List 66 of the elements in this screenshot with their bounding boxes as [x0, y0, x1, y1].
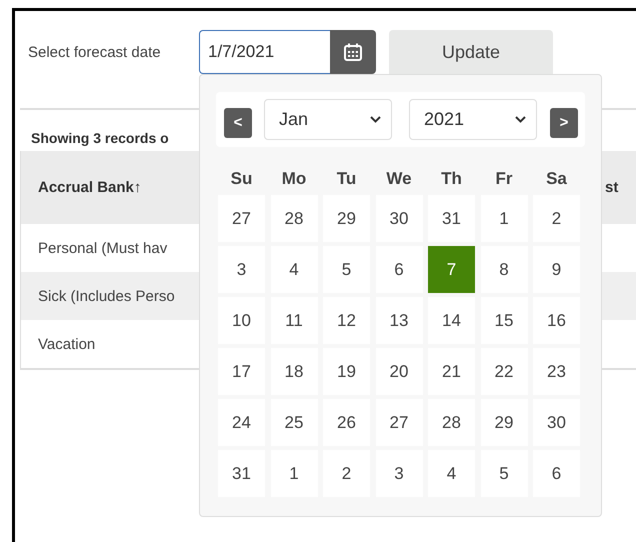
- day-cell[interactable]: 1: [480, 195, 528, 242]
- date-field[interactable]: 1/7/2021: [199, 30, 330, 74]
- day-cell[interactable]: 3: [218, 246, 265, 293]
- day-cell[interactable]: 28: [270, 195, 318, 242]
- day-cell[interactable]: 2: [533, 195, 580, 242]
- year-select[interactable]: 2021: [409, 99, 537, 140]
- day-cell[interactable]: 26: [323, 399, 370, 446]
- weekday-label: Th: [440, 168, 463, 190]
- weekday-label: Mo: [280, 168, 308, 190]
- update-button[interactable]: Update: [389, 30, 553, 74]
- month-select[interactable]: Jan: [264, 99, 392, 140]
- day-cell[interactable]: 13: [376, 297, 422, 344]
- weekday-label: Sa: [545, 168, 568, 190]
- day-cell[interactable]: 5: [480, 450, 528, 497]
- day-cell[interactable]: 21: [428, 348, 475, 395]
- day-cell[interactable]: 12: [323, 297, 370, 344]
- next-month-button[interactable]: >: [550, 108, 578, 138]
- day-cell[interactable]: 16: [533, 297, 580, 344]
- day-cell[interactable]: 18: [270, 348, 318, 395]
- day-cell[interactable]: 9: [533, 246, 580, 293]
- weekday-label: Su: [230, 168, 254, 190]
- day-cell[interactable]: 28: [428, 399, 475, 446]
- day-cell[interactable]: 10: [218, 297, 265, 344]
- day-cell[interactable]: 4: [270, 246, 318, 293]
- day-cell[interactable]: 3: [376, 450, 422, 497]
- day-cell[interactable]: 29: [480, 399, 528, 446]
- chevron-down-icon: [370, 116, 381, 123]
- day-cell[interactable]: 23: [533, 348, 580, 395]
- day-cell[interactable]: 17: [218, 348, 265, 395]
- day-cell[interactable]: 6: [376, 246, 422, 293]
- weekday-label: Tu: [336, 168, 358, 190]
- day-cell[interactable]: 7: [428, 246, 475, 293]
- day-cell[interactable]: 8: [480, 246, 528, 293]
- day-cell[interactable]: 22: [480, 348, 528, 395]
- day-cell[interactable]: 6: [533, 450, 580, 497]
- table-cell: Sick (Includes Perso: [38, 288, 175, 304]
- chevron-down-icon: [515, 116, 526, 123]
- day-cell[interactable]: 29: [323, 195, 370, 242]
- day-cell[interactable]: 11: [270, 297, 318, 344]
- calendar-button[interactable]: [330, 30, 376, 74]
- day-cell[interactable]: 30: [533, 399, 580, 446]
- day-cell[interactable]: 25: [270, 399, 318, 446]
- weekday-label: Fr: [494, 168, 514, 190]
- column-header[interactable]: Accrual Bank↑: [38, 179, 200, 196]
- previous-month-button[interactable]: <: [224, 108, 252, 138]
- column-header[interactable]: st: [605, 179, 618, 196]
- day-cell[interactable]: 24: [218, 399, 265, 446]
- table-cell: Vacation: [38, 336, 96, 352]
- day-cell[interactable]: 19: [323, 348, 370, 395]
- day-cell[interactable]: 5: [323, 246, 370, 293]
- day-cell[interactable]: 30: [376, 195, 422, 242]
- day-cell[interactable]: 1: [270, 450, 318, 497]
- field-label: Select forecast date: [28, 44, 162, 60]
- table-cell: Personal (Must hav: [38, 240, 168, 256]
- calendar-icon: [343, 42, 363, 62]
- records-summary: Showing 3 records o: [31, 130, 169, 146]
- day-cell[interactable]: 14: [428, 297, 475, 344]
- day-cell[interactable]: 31: [428, 195, 475, 242]
- day-cell[interactable]: 31: [218, 450, 265, 497]
- day-cell[interactable]: 2: [323, 450, 370, 497]
- day-cell[interactable]: 4: [428, 450, 475, 497]
- day-cell[interactable]: 27: [218, 195, 265, 242]
- day-cell[interactable]: 27: [376, 399, 422, 446]
- day-cell[interactable]: 15: [480, 297, 528, 344]
- weekday-label: We: [385, 168, 413, 190]
- day-cell[interactable]: 20: [376, 348, 422, 395]
